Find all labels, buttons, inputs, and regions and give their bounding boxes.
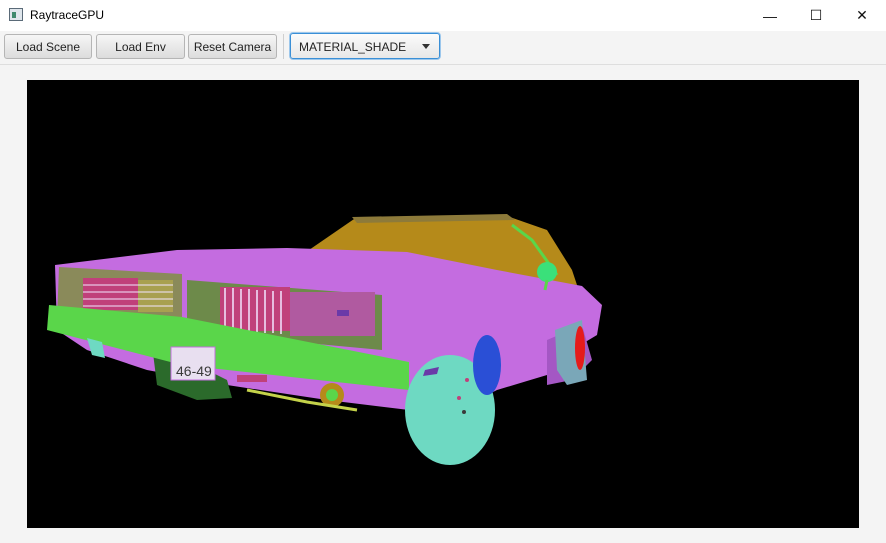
left-headlight-grille	[83, 278, 173, 312]
right-headlight-grille	[220, 287, 375, 336]
chevron-down-icon	[422, 44, 430, 49]
front-wheel-tire-edge	[473, 335, 501, 395]
toolbar: Load Scene Load Env Reset Camera MATERIA…	[0, 31, 886, 65]
load-env-button[interactable]: Load Env	[96, 34, 185, 59]
rear-brake-caliper	[575, 326, 585, 370]
car-side-mirror	[537, 262, 557, 282]
window-title: RaytraceGPU	[30, 8, 105, 22]
license-plate-text: 46-49	[176, 363, 212, 379]
close-button[interactable]: ✕	[839, 0, 885, 31]
load-scene-button[interactable]: Load Scene	[4, 34, 92, 59]
minimize-button[interactable]: —	[747, 0, 793, 31]
app-icon	[9, 8, 23, 21]
maximize-button[interactable]: ☐	[793, 0, 839, 31]
car-render: 46-49	[47, 214, 602, 465]
reset-camera-button[interactable]: Reset Camera	[188, 34, 277, 59]
car-lower-vent	[237, 375, 267, 382]
render-mode-value: MATERIAL_SHADE	[299, 40, 407, 54]
render-viewport[interactable]: 46-49	[27, 80, 859, 528]
title-bar: RaytraceGPU — ☐ ✕	[0, 0, 886, 31]
toolbar-separator	[283, 34, 284, 59]
render-mode-select[interactable]: MATERIAL_SHADE	[290, 33, 440, 59]
